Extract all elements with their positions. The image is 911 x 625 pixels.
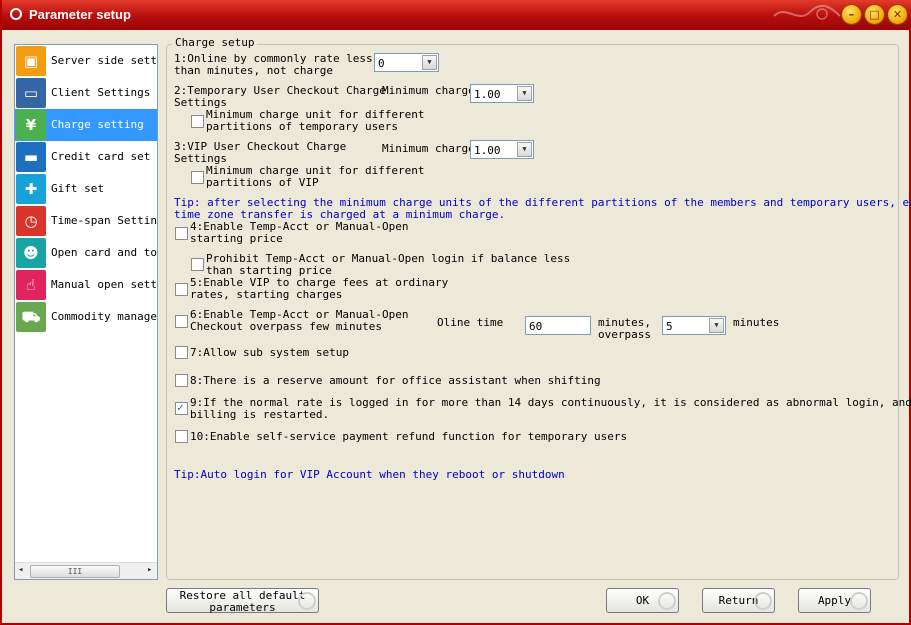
settings-category-list[interactable]: ▣ Server side settin ▭ Client Settings ¥…	[14, 44, 158, 580]
chevron-down-icon[interactable]: ▼	[709, 318, 724, 333]
chevron-down-icon[interactable]: ▼	[422, 55, 437, 70]
sidebar-item-label: Charge setting	[51, 118, 144, 131]
temp-minimum-charge-label: Minimum charge	[382, 84, 475, 97]
vip-minimum-charge-label: Minimum charge	[382, 142, 475, 155]
parameter-setup-window: Parameter setup – □ ✕ ▣ Server side sett…	[0, 0, 911, 625]
apply-button[interactable]: Apply	[798, 588, 871, 613]
reserve-amount-label: 8:There is a reserve amount for office a…	[190, 374, 601, 387]
sidebar-item-label: Time-span Setting	[51, 214, 158, 227]
combo-value: 1.00	[474, 144, 501, 157]
combo-value: 1.00	[474, 88, 501, 101]
minimize-button[interactable]: –	[842, 5, 861, 24]
online-rate-label-2: than minutes, not charge	[174, 64, 333, 77]
overpass-minutes-unit: minutes	[733, 316, 780, 329]
self-service-refund-checkbox[interactable]	[175, 430, 188, 443]
sidebar-horizontal-scrollbar[interactable]: ◂ III ▸	[15, 562, 157, 579]
vip-ordinary-rates-label-2: rates, starting charges	[190, 288, 343, 301]
allow-sub-system-label: 7:Allow sub system setup	[190, 346, 349, 359]
button-ornament-icon	[298, 592, 316, 610]
abnormal-login-label-2: billing is restarted.	[190, 408, 330, 421]
charge-icon: ¥	[16, 110, 46, 140]
allow-sub-system-checkbox[interactable]	[175, 346, 188, 359]
ok-button[interactable]: OK	[606, 588, 679, 613]
sidebar-item-label: Gift set	[51, 182, 104, 195]
restore-defaults-label: Restore all default parameters	[179, 589, 306, 614]
overpass-minutes-combo[interactable]: 5 ▼	[662, 316, 726, 335]
temp-partition-label-2: partitions of temporary users	[206, 120, 399, 133]
auto-login-tip: Tip:Auto login for VIP Account when they…	[174, 468, 565, 481]
gift-icon: ✚	[16, 174, 46, 204]
vip-partition-label-2: partitions of VIP	[206, 176, 319, 189]
sidebar-item-label: Open card and top	[51, 246, 158, 259]
vip-minimum-charge-combo[interactable]: 1.00 ▼	[470, 140, 534, 159]
credit-card-icon: ▬	[16, 142, 46, 172]
hand-pointer-icon: ☝	[16, 270, 46, 300]
self-service-refund-label: 10:Enable self-service payment refund fu…	[190, 430, 628, 443]
sidebar-item-client-settings[interactable]: ▭ Client Settings	[15, 77, 157, 109]
input-value: 60	[529, 320, 543, 333]
restore-defaults-button[interactable]: Restore all default parameters	[166, 588, 319, 614]
sidebar-item-time-span[interactable]: ◷ Time-span Setting	[15, 205, 157, 237]
reserve-amount-checkbox[interactable]	[175, 374, 188, 387]
group-title: Charge setup	[172, 36, 258, 49]
scroll-left-icon[interactable]: ◂	[18, 565, 23, 575]
enable-starting-price-label-2: starting price	[190, 232, 283, 245]
vip-ordinary-rates-checkbox[interactable]	[175, 283, 188, 296]
id-card-icon: ☻	[16, 238, 46, 268]
sidebar-item-label: Server side settin	[51, 54, 157, 67]
sidebar-item-label: Client Settings	[51, 86, 151, 99]
scroll-right-icon[interactable]: ▸	[147, 565, 152, 575]
button-ornament-icon	[658, 592, 676, 610]
title-bar[interactable]: Parameter setup – □ ✕	[2, 0, 911, 30]
checkout-overpass-label-2: Checkout overpass few minutes	[190, 320, 383, 333]
button-ornament-icon	[850, 592, 868, 610]
sidebar-item-label: Commodity manageme	[51, 310, 157, 323]
cart-icon: ⛟	[16, 302, 46, 332]
chevron-down-icon[interactable]: ▼	[517, 86, 532, 101]
window-title: Parameter setup	[29, 7, 131, 22]
clock-icon: ◷	[16, 206, 46, 236]
sidebar-item-open-card[interactable]: ☻ Open card and top	[15, 237, 157, 269]
sidebar-item-commodity[interactable]: ⛟ Commodity manageme	[15, 301, 157, 333]
sidebar-item-credit-card[interactable]: ▬ Credit card set	[15, 141, 157, 173]
oline-time-input[interactable]: 60	[525, 316, 591, 335]
app-icon	[10, 8, 22, 20]
title-ornament-icon	[773, 4, 841, 20]
scrollbar-thumb[interactable]: III	[30, 565, 120, 578]
sidebar-item-manual-open[interactable]: ☝ Manual open settir	[15, 269, 157, 301]
sidebar-item-server-side[interactable]: ▣ Server side settin	[15, 45, 157, 77]
close-button[interactable]: ✕	[888, 5, 907, 24]
maximize-button[interactable]: □	[865, 5, 884, 24]
temp-partition-checkbox[interactable]	[191, 115, 204, 128]
check-mark-icon: ✓	[177, 401, 184, 414]
prohibit-login-checkbox[interactable]	[191, 258, 204, 271]
sidebar-item-label: Manual open settir	[51, 278, 157, 291]
combo-value: 0	[378, 57, 385, 70]
monitor-icon: ▭	[16, 78, 46, 108]
server-icon: ▣	[16, 46, 46, 76]
button-ornament-icon	[754, 592, 772, 610]
return-button[interactable]: Return	[702, 588, 775, 613]
checkout-overpass-checkbox[interactable]	[175, 315, 188, 328]
temp-minimum-charge-combo[interactable]: 1.00 ▼	[470, 84, 534, 103]
oline-time-label: Oline time	[437, 316, 504, 329]
combo-value: 5	[666, 320, 673, 333]
sidebar-item-charge-setting[interactable]: ¥ Charge setting	[15, 109, 157, 141]
sidebar-item-gift-set[interactable]: ✚ Gift set	[15, 173, 157, 205]
chevron-down-icon[interactable]: ▼	[517, 142, 532, 157]
online-minutes-combo[interactable]: 0 ▼	[374, 53, 439, 72]
sidebar-item-label: Credit card set	[51, 150, 151, 163]
abnormal-login-checkbox[interactable]: ✓	[175, 401, 188, 415]
enable-starting-price-checkbox[interactable]	[175, 227, 188, 240]
vip-partition-checkbox[interactable]	[191, 171, 204, 184]
minutes-overpass-label-2: overpass	[598, 328, 651, 341]
